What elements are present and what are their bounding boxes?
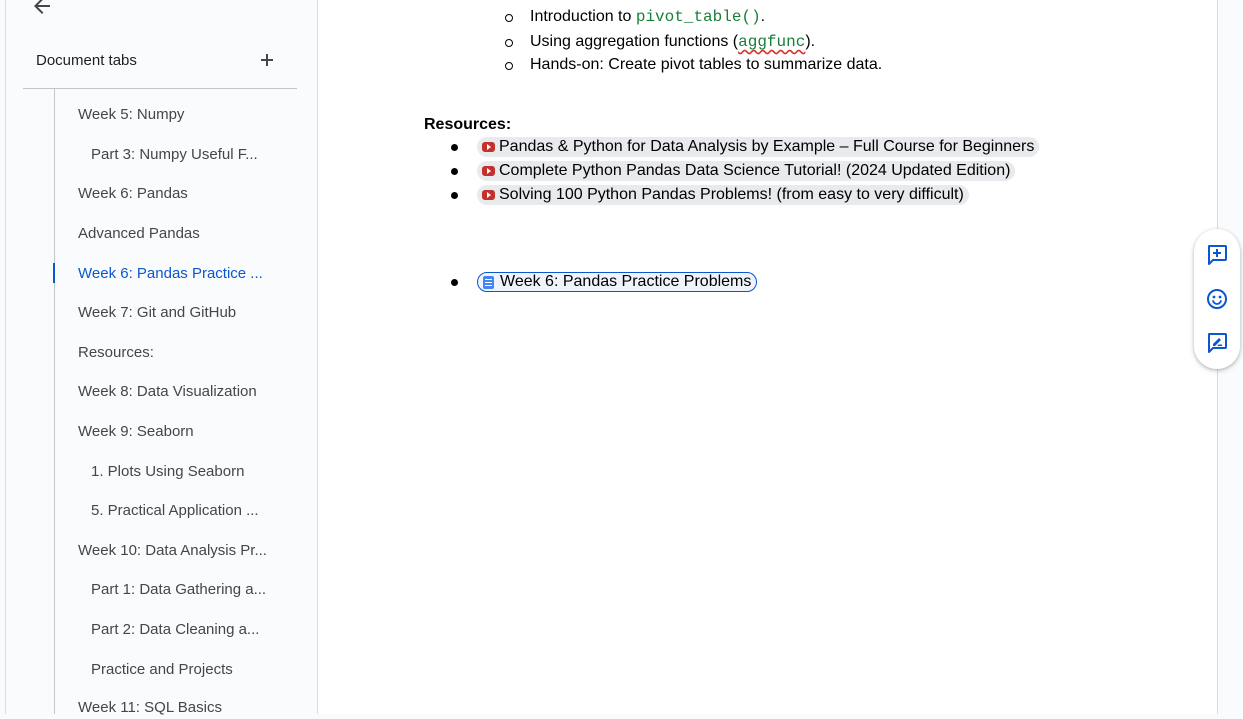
bullet — [451, 168, 458, 175]
suggest-edit-icon[interactable] — [1205, 331, 1229, 355]
code-aggfunc: aggfunc — [738, 33, 805, 51]
outline-item-week8-visualization[interactable]: Week 8: Data Visualization — [78, 381, 257, 403]
bullet — [451, 279, 458, 286]
video-link-text: Solving 100 Python Pandas Problems! (fro… — [499, 186, 964, 203]
resources-heading: Resources: — [424, 116, 511, 134]
google-doc-icon — [483, 276, 494, 289]
sub-item-hands-on: Hands-on: Create pivot tables to summari… — [530, 56, 882, 74]
outline-item-advanced-pandas[interactable]: Advanced Pandas — [78, 223, 200, 245]
sub-item-text: Introduction to — [530, 8, 636, 25]
code-pivot-table: pivot_table() — [636, 8, 761, 26]
sub-item-punct: . — [761, 8, 765, 25]
doc-link-chip[interactable]: Week 6: Pandas Practice Problems — [477, 272, 757, 292]
outline-item-data-cleaning[interactable]: Part 2: Data Cleaning a... — [91, 619, 259, 641]
doc-link-text: Week 6: Pandas Practice Problems — [500, 273, 751, 290]
outline-item-data-gathering[interactable]: Part 1: Data Gathering a... — [91, 579, 266, 601]
youtube-icon — [482, 142, 495, 152]
active-item-marker — [53, 263, 55, 283]
sub-item-intro-pivot: Introduction to pivot_table(). — [530, 8, 765, 26]
hollow-bullet — [505, 62, 513, 70]
bullet — [451, 144, 458, 151]
document-body: Introduction to pivot_table(). Using agg… — [318, 0, 1217, 714]
sub-item-punct: ). — [805, 33, 815, 50]
back-arrow-icon[interactable] — [30, 0, 54, 18]
outline-item-resources[interactable]: Resources: — [78, 342, 154, 364]
header-divider — [23, 88, 297, 89]
outline-item-week9-seaborn[interactable]: Week 9: Seaborn — [78, 421, 194, 443]
video-link-chip-1[interactable]: Pandas & Python for Data Analysis by Exa… — [477, 137, 1039, 157]
video-link-text: Complete Python Pandas Data Science Tuto… — [499, 162, 1010, 179]
document-tabs-heading: Document tabs — [36, 50, 276, 72]
add-tab-plus-icon[interactable] — [256, 49, 278, 71]
outline-item-practice-projects[interactable]: Practice and Projects — [91, 659, 233, 681]
document-page[interactable]: Introduction to pivot_table(). Using agg… — [317, 0, 1218, 714]
outline-item-practical-application[interactable]: 5. Practical Application ... — [91, 500, 259, 522]
side-actions-panel — [1194, 229, 1240, 369]
outline-item-week7-git[interactable]: Week 7: Git and GitHub — [78, 302, 236, 324]
outline-item-plots-seaborn[interactable]: 1. Plots Using Seaborn — [91, 461, 244, 483]
outline-tree-line — [54, 89, 55, 714]
video-link-chip-3[interactable]: Solving 100 Python Pandas Problems! (fro… — [477, 185, 969, 205]
sub-item-aggregation: Using aggregation functions (aggfunc). — [530, 33, 815, 51]
sub-item-text: Using aggregation functions ( — [530, 33, 738, 50]
youtube-icon — [482, 166, 495, 176]
outline-item-numpy-useful[interactable]: Part 3: Numpy Useful F... — [91, 144, 258, 166]
hollow-bullet — [505, 14, 513, 22]
bullet — [451, 192, 458, 199]
outline-item-week10-data-analysis[interactable]: Week 10: Data Analysis Pr... — [78, 540, 267, 562]
add-comment-icon[interactable] — [1205, 243, 1229, 267]
outline-item-week5-numpy[interactable]: Week 5: Numpy — [78, 104, 184, 126]
video-link-chip-2[interactable]: Complete Python Pandas Data Science Tuto… — [477, 161, 1015, 181]
hollow-bullet — [505, 39, 513, 47]
youtube-icon — [482, 190, 495, 200]
emoji-reaction-icon[interactable] — [1205, 287, 1229, 311]
outline-item-pandas-practice[interactable]: Week 6: Pandas Practice ... — [78, 263, 263, 285]
outline-item-week6-pandas[interactable]: Week 6: Pandas — [78, 183, 188, 205]
document-tabs-sidebar: Document tabs Week 5: Numpy Part 3: Nump… — [5, 0, 318, 714]
outline-item-week11-sql[interactable]: Week 11: SQL Basics — [78, 697, 222, 719]
video-link-text: Pandas & Python for Data Analysis by Exa… — [499, 138, 1034, 155]
